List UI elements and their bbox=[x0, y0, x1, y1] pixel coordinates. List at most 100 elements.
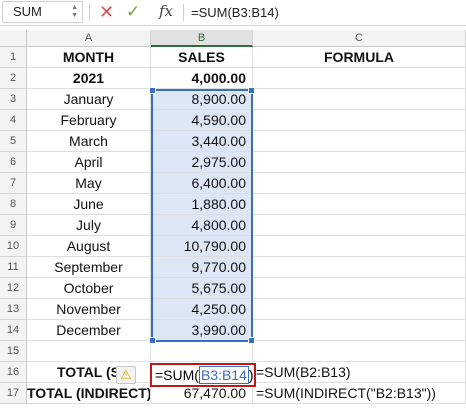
row-header[interactable]: 6 bbox=[0, 152, 27, 173]
table-row: 15 bbox=[0, 341, 466, 362]
cell-a[interactable]: 2021 bbox=[27, 68, 151, 89]
cell-c[interactable] bbox=[253, 215, 466, 236]
row-header[interactable]: 5 bbox=[0, 131, 27, 152]
cell-b[interactable]: 10,790.00 bbox=[151, 236, 253, 257]
table-row: 4 February 4,590.00 bbox=[0, 110, 466, 131]
row-header[interactable]: 9 bbox=[0, 215, 27, 236]
row-header[interactable]: 16 bbox=[0, 362, 27, 383]
row-header[interactable]: 4 bbox=[0, 110, 27, 131]
cell-a[interactable]: May bbox=[27, 173, 151, 194]
column-header-a[interactable]: A bbox=[27, 30, 151, 47]
cell-a[interactable]: July bbox=[27, 215, 151, 236]
formula-bar-divider bbox=[183, 4, 184, 21]
row-header[interactable]: 14 bbox=[0, 320, 27, 341]
name-box-value: SUM bbox=[13, 4, 42, 19]
table-row: 9 July 4,800.00 bbox=[0, 215, 466, 236]
cell-a[interactable]: TOTAL (INDIRECT) bbox=[27, 383, 151, 404]
edit-formula-prefix: =SUM( bbox=[155, 367, 199, 383]
row-header[interactable]: 13 bbox=[0, 299, 27, 320]
cell-c[interactable] bbox=[253, 194, 466, 215]
row-header[interactable]: 10 bbox=[0, 236, 27, 257]
cell-b[interactable]: 1,880.00 bbox=[151, 194, 253, 215]
cell-b[interactable]: 3,440.00 bbox=[151, 131, 253, 152]
enter-check-icon[interactable]: ✓ bbox=[126, 2, 140, 22]
row-header[interactable]: 3 bbox=[0, 89, 27, 110]
table-row: 13 November 4,250.00 bbox=[0, 299, 466, 320]
name-box-dropdown-icon[interactable]: ▲ ▼ bbox=[71, 4, 78, 20]
cell-b[interactable]: 6,400.00 bbox=[151, 173, 253, 194]
table-row: 12 October 5,675.00 bbox=[0, 278, 466, 299]
cell-c[interactable] bbox=[253, 131, 466, 152]
cell-b[interactable]: 5,675.00 bbox=[151, 278, 253, 299]
row-header[interactable]: 2 bbox=[0, 68, 27, 89]
table-row: 6 April 2,975.00 bbox=[0, 152, 466, 173]
table-row: 14 December 3,990.00 bbox=[0, 320, 466, 341]
table-row: 5 March 3,440.00 bbox=[0, 131, 466, 152]
table-row: 2 2021 4,000.00 bbox=[0, 68, 466, 89]
cell-a[interactable]: February bbox=[27, 110, 151, 131]
cell-c[interactable]: FORMULA bbox=[253, 47, 466, 68]
cell-b[interactable]: SALES bbox=[151, 47, 253, 68]
table-row: 7 May 6,400.00 bbox=[0, 173, 466, 194]
formula-bar-divider bbox=[89, 4, 90, 21]
row-header[interactable]: 1 bbox=[0, 47, 27, 68]
cell-c[interactable] bbox=[253, 299, 466, 320]
cell-b[interactable]: 8,900.00 bbox=[151, 89, 253, 110]
table-row: 11 September 9,770.00 bbox=[0, 257, 466, 278]
cell-c[interactable] bbox=[253, 257, 466, 278]
edit-formula-range-ref: B3:B14 bbox=[198, 366, 249, 384]
cancel-icon[interactable]: ✕ bbox=[99, 2, 114, 22]
cell-b[interactable] bbox=[151, 341, 253, 362]
table-row: 8 June 1,880.00 bbox=[0, 194, 466, 215]
cell-a[interactable]: January bbox=[27, 89, 151, 110]
cell-c[interactable] bbox=[253, 173, 466, 194]
cell-a[interactable]: March bbox=[27, 131, 151, 152]
formula-input[interactable]: =SUM(B3:B14) bbox=[191, 3, 279, 22]
cell-b[interactable]: 4,000.00 bbox=[151, 68, 253, 89]
cell-a[interactable]: June bbox=[27, 194, 151, 215]
row-header[interactable]: 11 bbox=[0, 257, 27, 278]
spreadsheet-grid: A B C 1 MONTH SALES FORMULA 2 2021 4,000.00 3 Ja… bbox=[0, 30, 466, 410]
column-header-c[interactable]: C bbox=[253, 30, 466, 47]
cell-a[interactable]: September bbox=[27, 257, 151, 278]
cell-c[interactable] bbox=[253, 341, 466, 362]
cell-c[interactable] bbox=[253, 68, 466, 89]
cell-a[interactable]: December bbox=[27, 320, 151, 341]
cell-edit-box[interactable]: =SUM(B3:B14) bbox=[150, 363, 256, 387]
cell-a[interactable]: April bbox=[27, 152, 151, 173]
edit-formula-suffix: ) bbox=[248, 367, 254, 383]
row-header[interactable]: 12 bbox=[0, 278, 27, 299]
row-header[interactable]: 17 bbox=[0, 383, 27, 404]
formula-bar: SUM ▲ ▼ ✕ ✓ fx =SUM(B3:B14) bbox=[0, 0, 466, 26]
cell-b[interactable]: 4,800.00 bbox=[151, 215, 253, 236]
cell-c[interactable]: =SUM(B2:B13) bbox=[253, 362, 466, 383]
table-row: 1 MONTH SALES FORMULA bbox=[0, 47, 466, 68]
select-all-corner[interactable] bbox=[0, 30, 27, 47]
cell-b[interactable]: 4,590.00 bbox=[151, 110, 253, 131]
cell-b[interactable]: 4,250.00 bbox=[151, 299, 253, 320]
table-row: 10 August 10,790.00 bbox=[0, 236, 466, 257]
cell-b[interactable]: 2,975.00 bbox=[151, 152, 253, 173]
row-header[interactable]: 15 bbox=[0, 341, 27, 362]
name-box[interactable]: SUM ▲ ▼ bbox=[2, 1, 83, 23]
cell-c[interactable] bbox=[253, 320, 466, 341]
cell-c[interactable] bbox=[253, 152, 466, 173]
table-row: 3 January 8,900.00 bbox=[0, 89, 466, 110]
column-header-b[interactable]: B bbox=[151, 30, 253, 47]
cell-b[interactable]: 9,770.00 bbox=[151, 257, 253, 278]
cell-a[interactable]: October bbox=[27, 278, 151, 299]
cell-a[interactable] bbox=[27, 341, 151, 362]
insert-function-icon[interactable]: fx bbox=[159, 2, 173, 20]
warning-icon[interactable]: ⚠ bbox=[116, 366, 136, 384]
cell-b[interactable]: 3,990.00 bbox=[151, 320, 253, 341]
cell-a[interactable]: November bbox=[27, 299, 151, 320]
cell-c[interactable]: =SUM(INDIRECT("B2:B13")) bbox=[253, 383, 466, 404]
cell-c[interactable] bbox=[253, 278, 466, 299]
row-header[interactable]: 8 bbox=[0, 194, 27, 215]
cell-c[interactable] bbox=[253, 110, 466, 131]
row-header[interactable]: 7 bbox=[0, 173, 27, 194]
cell-c[interactable] bbox=[253, 236, 466, 257]
cell-a[interactable]: August bbox=[27, 236, 151, 257]
cell-a[interactable]: MONTH bbox=[27, 47, 151, 68]
cell-c[interactable] bbox=[253, 89, 466, 110]
